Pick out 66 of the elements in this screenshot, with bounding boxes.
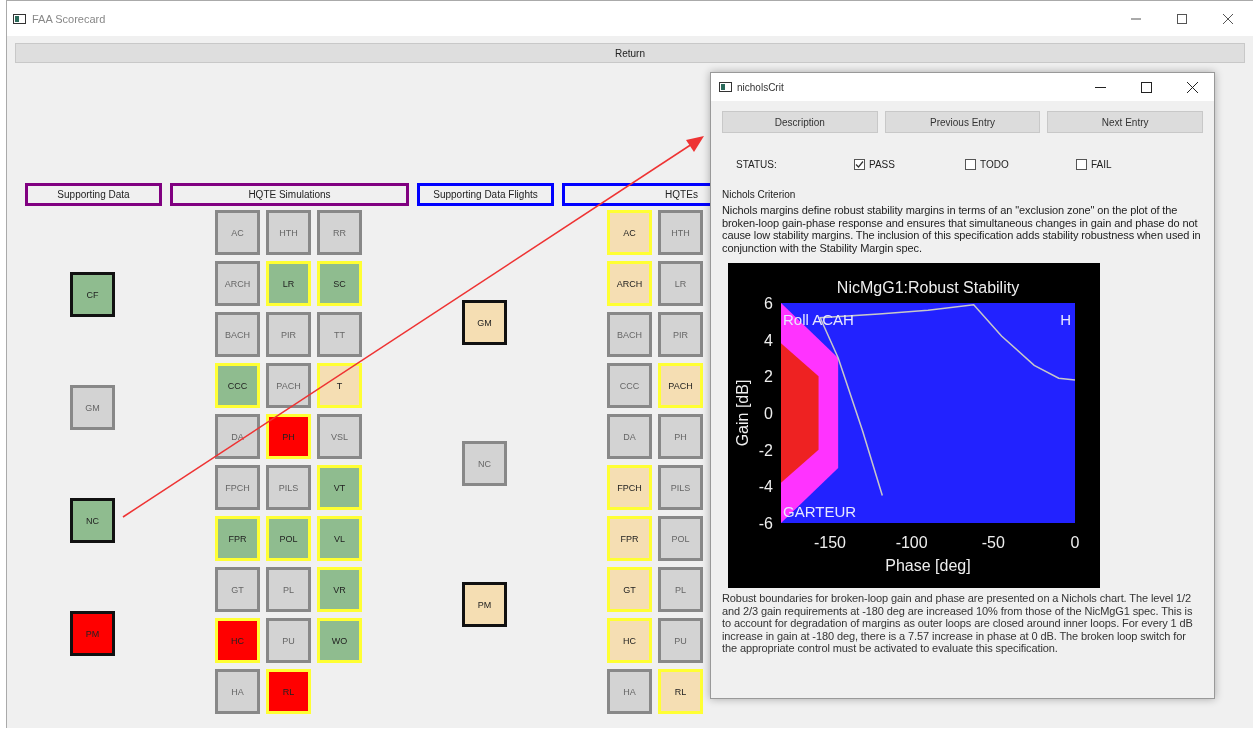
y-tick-label: 6 xyxy=(764,295,773,312)
y-tick-label: -4 xyxy=(758,478,773,496)
y-tick-label: -6 xyxy=(758,515,773,532)
y-tick-label: -2 xyxy=(758,441,773,459)
status-label: STATUS: xyxy=(736,158,778,170)
status-tile[interactable]: FPCH xyxy=(607,465,652,510)
y-tick-label: 4 xyxy=(764,331,773,349)
status-tile[interactable]: RL xyxy=(658,669,703,714)
checkbox-icon xyxy=(965,158,976,170)
y-tick-label: 0 xyxy=(764,405,773,422)
x-tick-label: -100 xyxy=(895,534,928,551)
dialog-title: nicholsCrit xyxy=(737,81,784,93)
status-tile[interactable]: VL xyxy=(317,516,362,561)
status-tile[interactable]: GT xyxy=(607,567,652,612)
y-tick-label: 2 xyxy=(764,368,773,386)
status-tile[interactable]: VT xyxy=(317,465,362,510)
status-tile[interactable]: SC xyxy=(317,261,362,306)
y-axis-label: Gain [dB] xyxy=(734,379,751,447)
return-button[interactable]: Return xyxy=(15,43,1245,63)
app-icon xyxy=(13,13,26,24)
status-tile[interactable]: VR xyxy=(317,567,362,612)
status-tile[interactable]: CF xyxy=(70,272,115,317)
status-tile[interactable]: FPR xyxy=(215,516,260,561)
status-tile[interactable]: LR xyxy=(266,261,311,306)
x-tick-label: -150 xyxy=(814,534,846,551)
status-tile[interactable]: RL xyxy=(266,669,311,714)
x-tick-label: 0 xyxy=(1070,534,1080,551)
dialog-button[interactable]: Description xyxy=(722,111,878,133)
curve-label: H xyxy=(1060,311,1071,328)
status-checkbox[interactable]: FAIL xyxy=(1076,158,1187,170)
dialog-button[interactable]: Previous Entry xyxy=(884,111,1041,133)
section-header: Supporting Data Flights xyxy=(417,183,554,206)
close-icon[interactable] xyxy=(1187,81,1198,93)
status-checkbox[interactable]: PASS xyxy=(854,158,965,170)
criterion-heading: Nichols Criterion xyxy=(722,189,797,200)
chart-title: NicMgG1:Robust Stability xyxy=(836,279,1020,296)
status-checkbox[interactable]: TODO xyxy=(965,158,1076,170)
status-tile[interactable]: PM xyxy=(70,611,115,656)
status-tile[interactable]: POL xyxy=(266,516,311,561)
checkbox-icon xyxy=(854,158,865,170)
status-tile[interactable]: PACH xyxy=(658,363,703,408)
description-text: Nichols margins define robust stability margins in terms of an "exclusion zone" on the plot of the broken-loop gain-phase response and ensures that simultaneous changes in gain and phase do not cause low stability margins. The inclusion of this specification adds stability robustness when used in conjunction with the Stability Margin spec. xyxy=(722,204,1202,254)
x-tick-label: -50 xyxy=(981,534,1005,551)
maximize-icon[interactable] xyxy=(1177,13,1187,24)
section-header: HQTE Simulations xyxy=(170,183,409,206)
status-tile[interactable]: PM xyxy=(462,582,507,627)
status-tile[interactable]: HC xyxy=(607,618,652,663)
maximize-icon[interactable] xyxy=(1141,81,1152,93)
status-tile[interactable]: WO xyxy=(317,618,362,663)
status-tile[interactable]: AC xyxy=(607,210,652,255)
status-tile[interactable]: PH xyxy=(266,414,311,459)
status-tile[interactable]: GM xyxy=(462,300,507,345)
x-axis-label: Phase [deg] xyxy=(885,557,971,574)
window-title: FAA Scorecard xyxy=(32,12,106,25)
app-icon xyxy=(719,82,732,92)
status-tile[interactable]: NC xyxy=(70,498,115,543)
footer-text: Robust boundaries for broken-loop gain and phase are presented on a Nichols chart. The level 1/2 and 2/3 gain requirements at -180 deg are increased 10% from those of the NicMgG1 spec. This is to account for degradation of margins as outer loops are closed around inner loops. For every 1 dB increase in gain at -180 deg, there is a 7.57 increase in phase at 0 dB. The broken loop switch for the appropriate control must be activated to evaluate this specification. xyxy=(722,592,1194,655)
status-tile[interactable]: ARCH xyxy=(607,261,652,306)
checkbox-icon xyxy=(1076,158,1087,170)
section-header: Supporting Data xyxy=(25,183,162,206)
status-tile[interactable]: CCC xyxy=(215,363,260,408)
status-tile[interactable]: FPR xyxy=(607,516,652,561)
status-tile[interactable]: T xyxy=(317,363,362,408)
status-tile[interactable]: HC xyxy=(215,618,260,663)
dialog-button[interactable]: Next Entry xyxy=(1047,111,1203,133)
close-icon[interactable] xyxy=(1223,13,1233,24)
